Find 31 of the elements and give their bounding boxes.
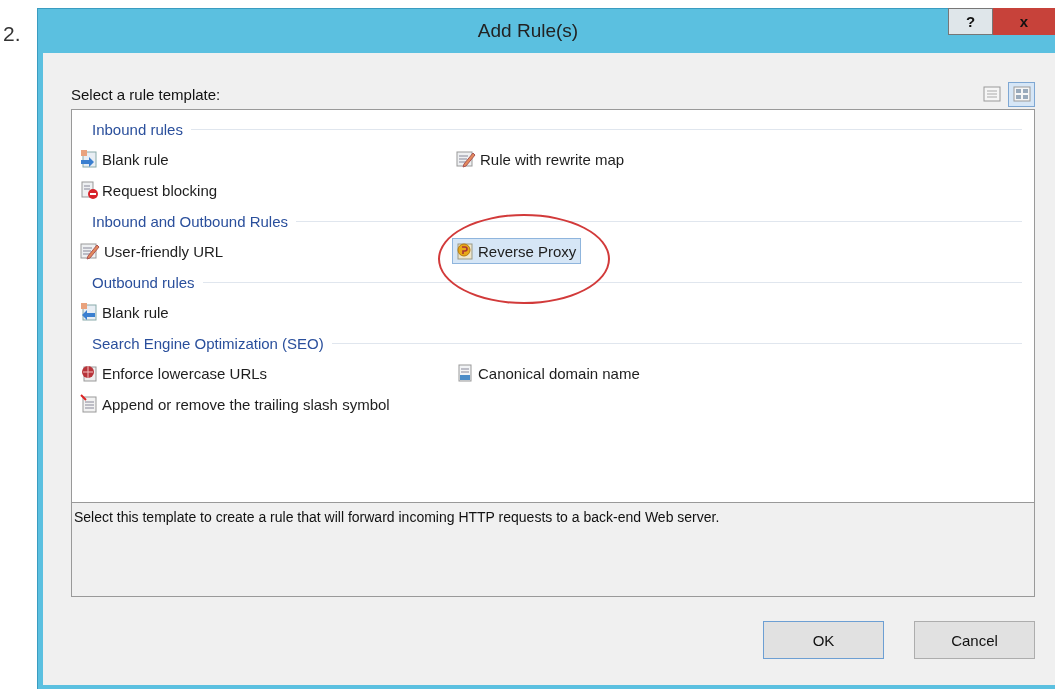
- cancel-button[interactable]: Cancel: [914, 621, 1035, 659]
- group-heading: Inbound and Outbound Rules: [92, 212, 288, 230]
- template-list-item[interactable]: Blank rule: [76, 299, 174, 325]
- template-list-item[interactable]: Canonical domain name: [452, 360, 645, 386]
- ok-button[interactable]: OK: [763, 621, 884, 659]
- group-heading: Search Engine Optimization (SEO): [92, 334, 324, 352]
- template-list-item[interactable]: User-friendly URL: [76, 238, 229, 264]
- template-list-item[interactable]: Blank rule: [76, 146, 174, 172]
- document-icon: [79, 394, 99, 414]
- close-button[interactable]: x: [993, 8, 1055, 35]
- prompt-label: Select a rule template:: [71, 85, 221, 103]
- tile-view-icon: [1012, 86, 1031, 102]
- template-list-item[interactable]: Rule with rewrite map: [452, 146, 630, 172]
- proxy-icon: [455, 241, 475, 261]
- document-icon: [455, 363, 475, 383]
- template-list-item[interactable]: Append or remove the trailing slash symbol: [76, 391, 395, 417]
- template-list-item[interactable]: Reverse Proxy: [452, 238, 582, 264]
- document-stop-icon: [79, 180, 99, 200]
- step-number: 2.: [2, 21, 22, 47]
- template-list-item[interactable]: Request blocking: [76, 177, 223, 203]
- description-text: Select this template to create a rule that will forward incoming HTTP requests to a back-end Web server.: [71, 503, 1035, 597]
- help-button[interactable]: ?: [948, 8, 993, 35]
- list-view-icon: [982, 86, 1001, 102]
- group-heading: Outbound rules: [92, 273, 195, 291]
- globe-document-icon: [79, 363, 99, 383]
- view-toggle[interactable]: [1008, 81, 1035, 107]
- document-pencil-icon: [455, 149, 477, 169]
- window-title: Add Rule(s): [476, 20, 580, 42]
- document-pencil-icon: [79, 241, 101, 261]
- group-heading: Inbound rules: [92, 120, 183, 138]
- template-list-item[interactable]: Enforce lowercase URLs: [76, 360, 273, 386]
